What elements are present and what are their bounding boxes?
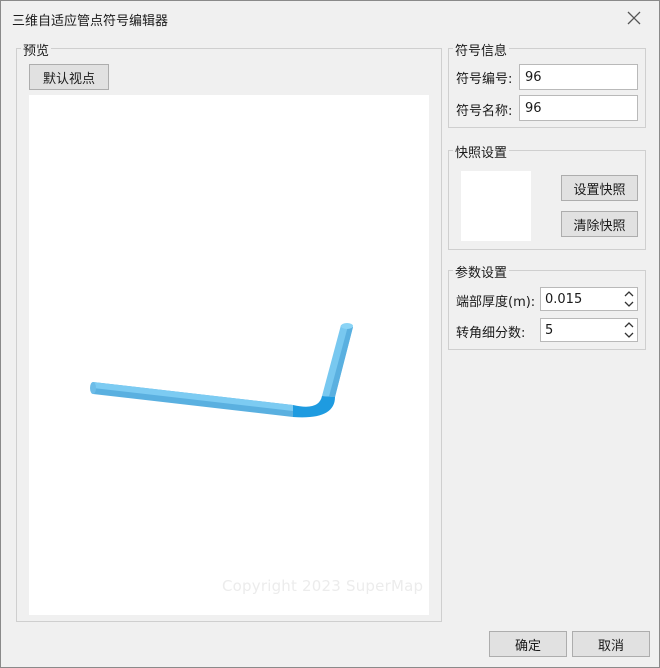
- corner-subdiv-spin-up[interactable]: [622, 319, 636, 330]
- chevron-down-icon: [624, 332, 634, 338]
- close-icon: [627, 11, 641, 25]
- title-bar: 三维自适应管点符号编辑器: [1, 1, 659, 35]
- window-title: 三维自适应管点符号编辑器: [12, 14, 169, 29]
- end-thickness-label: 端部厚度(m):: [456, 295, 536, 310]
- end-thickness-input[interactable]: [541, 288, 619, 310]
- set-snapshot-button[interactable]: 设置快照: [561, 175, 638, 201]
- corner-subdiv-spinner[interactable]: [540, 318, 638, 342]
- symbol-info-legend: 符号信息: [453, 40, 510, 59]
- snapshot-preview: [461, 171, 531, 241]
- pipe-model: [90, 323, 353, 418]
- pipe-end-top: [341, 323, 353, 329]
- preview-canvas[interactable]: Copyright 2023 SuperMap: [29, 95, 429, 615]
- corner-subdiv-input[interactable]: [541, 319, 619, 341]
- end-thickness-spin-up[interactable]: [622, 288, 636, 299]
- cancel-button[interactable]: 取消: [572, 631, 650, 657]
- corner-subdiv-label: 转角细分数:: [456, 326, 526, 341]
- params-legend: 参数设置: [453, 262, 510, 281]
- symbol-name-label: 符号名称:: [456, 104, 513, 119]
- snapshot-legend: 快照设置: [453, 142, 510, 161]
- pipe-elbow: [293, 396, 335, 418]
- pipe-end-left: [90, 382, 96, 394]
- ok-button[interactable]: 确定: [489, 631, 567, 657]
- symbol-name-input[interactable]: [519, 95, 638, 121]
- symbol-id-input[interactable]: [519, 64, 638, 90]
- end-thickness-spinner[interactable]: [540, 287, 638, 311]
- end-thickness-spin-down[interactable]: [622, 299, 636, 310]
- chevron-up-icon: [624, 291, 634, 297]
- symbol-id-label: 符号编号:: [456, 72, 513, 87]
- preview-legend: 预览: [21, 40, 52, 59]
- default-view-button[interactable]: 默认视点: [29, 64, 109, 90]
- chevron-up-icon: [624, 322, 634, 328]
- clear-snapshot-button[interactable]: 清除快照: [561, 211, 638, 237]
- chevron-down-icon: [624, 301, 634, 307]
- close-button[interactable]: [625, 9, 643, 27]
- editor-window: 三维自适应管点符号编辑器 预览 默认视点 Copyright 2023 Supe…: [0, 0, 660, 668]
- watermark: Copyright 2023 SuperMap: [222, 577, 424, 595]
- corner-subdiv-spin-down[interactable]: [622, 330, 636, 341]
